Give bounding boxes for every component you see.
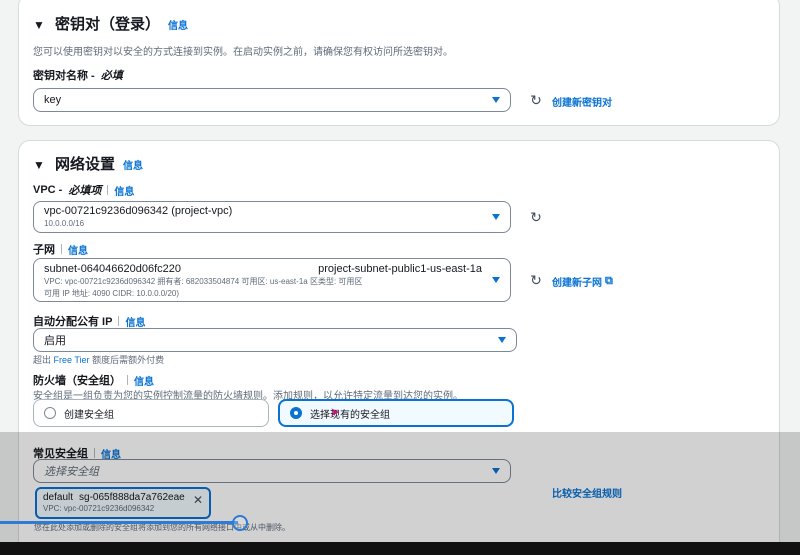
key-pair-description: 您可以使用密钥对以安全的方式连接到实例。在启动实例之前，请确保您有权访问所选密钥…	[33, 47, 453, 58]
radio-create-security-group[interactable]: 创建安全组	[33, 399, 269, 427]
subnet-select[interactable]: subnet-064046620d06fc220 project-subnet-…	[33, 258, 511, 302]
video-progress-bar[interactable]	[0, 521, 238, 524]
radio-existing-label: 选择现有的安全组	[310, 409, 390, 421]
refresh-icon[interactable]: ↻	[529, 93, 543, 107]
token-title: default sg-065f888da7a762eae	[43, 492, 203, 503]
mouse-cursor-icon: ➤	[330, 405, 341, 419]
video-control-bar	[0, 542, 800, 555]
security-group-select[interactable]: 选择安全组	[33, 459, 511, 483]
vpc-selected-value: vpc-00721c9236d096342 (project-vpc)	[44, 205, 233, 217]
subnet-label: 子网 信息	[33, 241, 88, 257]
vpc-label: VPC - 必填项 信息	[33, 183, 135, 198]
dropdown-triangle-icon	[492, 277, 500, 283]
public-ip-info-link[interactable]: 信息	[125, 314, 145, 329]
compare-sg-rules-link[interactable]: 比较安全组规则	[552, 485, 622, 500]
subnet-id: subnet-064046620d06fc220	[44, 263, 182, 275]
dropdown-triangle-icon	[492, 468, 500, 474]
create-subnet-link[interactable]: 创建新子网 ⧉	[552, 274, 613, 289]
vpc-info-link[interactable]: 信息	[114, 183, 134, 198]
dropdown-triangle-icon	[492, 214, 500, 220]
remove-token-icon[interactable]: ✕	[193, 493, 203, 507]
key-pair-title: 密钥对（登录）	[55, 16, 161, 33]
public-ip-select[interactable]: 启用	[33, 328, 517, 352]
radio-unselected-icon[interactable]	[44, 407, 56, 419]
subnet-detail-2: 可用 IP 地址: 4090 CIDR: 10.0.0.0/20)	[44, 289, 180, 298]
security-group-token: default sg-065f888da7a762eae VPC: vpc-00…	[35, 487, 211, 519]
key-pair-name-label: 密钥对名称 - 必填	[33, 70, 123, 82]
firewall-info-link[interactable]: 信息	[134, 373, 154, 388]
radio-create-label: 创建安全组	[64, 409, 114, 421]
subnet-refresh-icon[interactable]: ↻	[529, 273, 543, 287]
subnet-name: project-subnet-public1-us-east-1a	[318, 263, 482, 275]
network-settings-panel: ▼ 网络设置 信息 VPC - 必填项 信息 vpc-00721c9236d09…	[18, 140, 780, 555]
divider	[118, 316, 120, 326]
free-tier-hint: 超出 Free Tier 额度后需额外付费	[33, 355, 165, 365]
vpc-cidr: 10.0.0.0/16	[44, 219, 85, 228]
subnet-main-row: subnet-064046620d06fc220 project-subnet-…	[44, 263, 500, 275]
divider	[127, 375, 128, 385]
dropdown-triangle-icon	[492, 97, 500, 103]
external-link-icon: ⧉	[605, 275, 613, 287]
free-tier-link[interactable]: Free Tier	[54, 355, 90, 365]
divider	[61, 244, 62, 254]
radio-selected-icon[interactable]	[290, 407, 302, 419]
key-pair-header[interactable]: ▼ 密钥对（登录） 信息	[33, 13, 188, 34]
vpc-select[interactable]: vpc-00721c9236d096342 (project-vpc) 10.0…	[33, 201, 511, 233]
network-header[interactable]: ▼ 网络设置 信息	[33, 153, 143, 174]
firewall-label: 防火墙（安全组） 信息	[33, 372, 154, 388]
network-title: 网络设置	[55, 156, 116, 173]
token-id: sg-065f888da7a762eae	[79, 492, 185, 503]
divider	[107, 185, 109, 195]
key-pair-info-link[interactable]: 信息	[168, 17, 188, 32]
public-ip-label: 自动分配公有 IP 信息	[33, 313, 145, 329]
divider	[94, 448, 95, 458]
create-key-pair-link[interactable]: 创建新密钥对	[552, 94, 612, 109]
token-vpc: VPC: vpc-00721c9236d096342	[43, 504, 155, 513]
subnet-detail-1: VPC: vpc-00721c9236d096342 拥有者: 68203350…	[44, 277, 363, 286]
caret-down-icon[interactable]: ▼	[33, 18, 47, 32]
key-pair-panel: ▼ 密钥对（登录） 信息 您可以使用密钥对以安全的方式连接到实例。在启动实例之前…	[18, 0, 780, 126]
dropdown-triangle-icon	[498, 337, 506, 343]
video-scrubber-handle[interactable]	[232, 515, 248, 531]
subnet-info-link[interactable]: 信息	[68, 242, 88, 257]
network-info-link[interactable]: 信息	[123, 157, 143, 172]
key-pair-selected-value: key	[44, 94, 62, 106]
key-pair-select[interactable]: key	[33, 88, 511, 112]
public-ip-selected-value: 启用	[44, 335, 66, 347]
radio-existing-security-group[interactable]: 选择现有的安全组	[278, 399, 514, 427]
token-name: default	[43, 492, 74, 503]
security-group-placeholder: 选择安全组	[44, 466, 99, 478]
caret-down-icon[interactable]: ▼	[33, 158, 47, 172]
vpc-refresh-icon[interactable]: ↻	[529, 210, 543, 224]
